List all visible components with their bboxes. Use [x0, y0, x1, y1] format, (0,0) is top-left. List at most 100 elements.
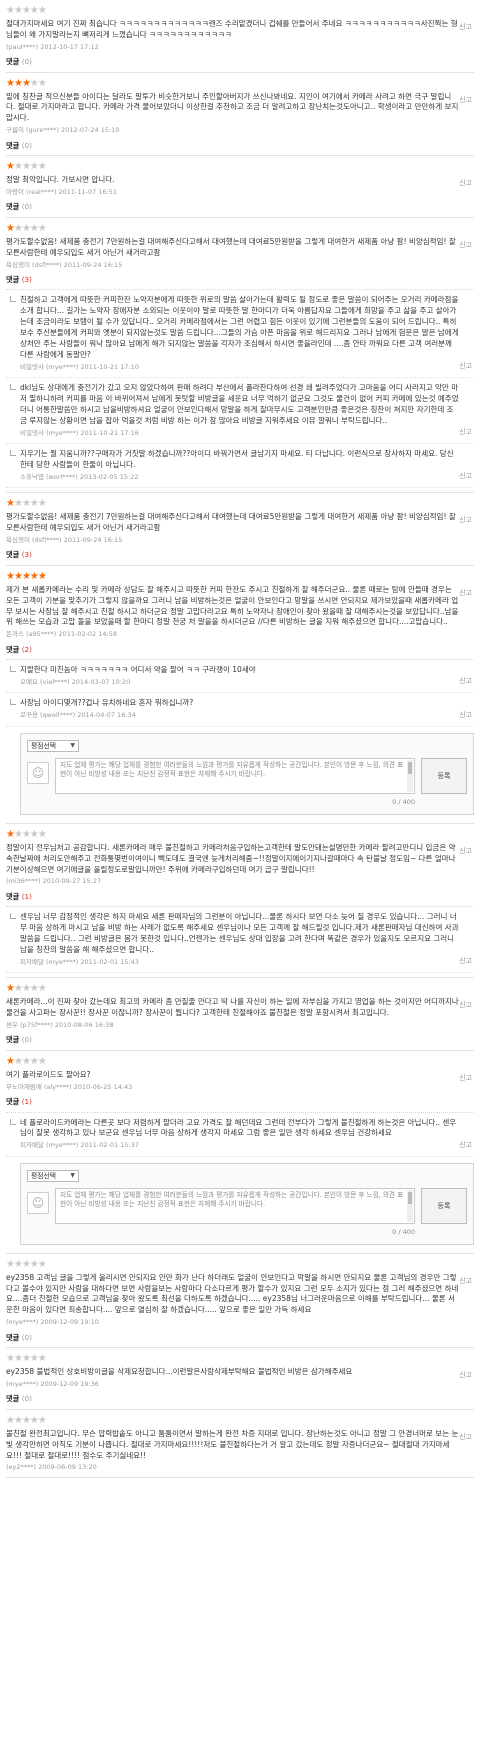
review-body: 불친절 완전최고입니다. 무슨 압력밥솥도 아니고 툼툼이면서 말하는게 완전 …: [6, 1428, 459, 1460]
review-item: ★★★★★ 절대가지마세요 여기 진짜 최습니다 ㅋㅋㅋㅋㅋㅋㅋㅋㅋㅋㅋㅋㅋ렌즈…: [6, 0, 474, 73]
reply-meta: 오예요 (viel****) 2014-03-07 10:20: [20, 678, 474, 687]
reply-body: 센우님 너무 감정적인 생각은 하지 마세요 새론 판매자님의 그런분이 아닙니…: [20, 912, 459, 954]
reply-label: 댓글: [6, 1394, 20, 1404]
review-date: 2009-12-09 19:10: [40, 1318, 99, 1327]
review-author: 욕심쟁이 (dsfl****): [6, 260, 62, 269]
review-meta: 구름이 (gure****) 2012-07-24 15:10: [6, 126, 474, 135]
review-date: 2011-09-24 16:15: [63, 260, 123, 269]
report-link[interactable]: 신고: [459, 1370, 472, 1380]
reply-count-toggle[interactable]: 댓글 (0): [6, 57, 474, 67]
star-icon: ★: [37, 983, 47, 995]
report-link[interactable]: 신고: [459, 95, 472, 105]
reply-body: 지랄한다 미친놈아 ㅋㅋㅋㅋㅋㅋㅋ 어디서 약을 팔어 ㅋㅋ 구라쟁이 10새야: [20, 665, 256, 675]
report-link[interactable]: 신고: [459, 22, 472, 32]
reply-body: 네 플로라이드카메라는 다른곳 보다 저렴하게 팔더라 고요 가격도 잘 해던데…: [20, 1117, 457, 1138]
star-icon: ★: [37, 1258, 47, 1270]
report-link[interactable]: 신고: [459, 178, 472, 188]
review-date: 2011-11-07 16:51: [58, 187, 118, 196]
avatar-icon: ☺: [27, 1191, 49, 1214]
report-link[interactable]: 신고: [459, 1000, 472, 1010]
review-item: ★★★★★ 평가도할수없음! 새제품 충전기 7만원하는걸 대여해주신다고해서 …: [6, 493, 474, 566]
report-link[interactable]: 신고: [459, 846, 472, 856]
reply-placeholder: 지도 업체 평가는 해당 업체를 경험한 여러분들의 느낌과 평가를 자유롭게 …: [60, 760, 404, 778]
reply-textarea[interactable]: 지도 업체 평가는 해당 업체를 경험한 여러분들의 느낌과 평가를 자유롭게 …: [55, 757, 415, 794]
reply-count-toggle[interactable]: 댓글 (1): [6, 892, 474, 902]
reply-item: 사장님 아이디몇개??겁나 유치하네요 혼자 뭐하십니까? 로꾸용 (qwell…: [6, 693, 474, 727]
rating-select-label: 평점선택: [31, 1171, 57, 1180]
reply-label: 댓글: [6, 1035, 20, 1045]
review-meta: (mye****) 2009-12-09 19:10: [6, 1318, 474, 1327]
rating-select[interactable]: 평점선택 ▼: [27, 1169, 79, 1182]
report-link[interactable]: 신고: [459, 427, 472, 437]
reply-count-toggle[interactable]: 댓글 (3): [6, 275, 474, 285]
reply-count-toggle[interactable]: 댓글 (1): [6, 1097, 474, 1107]
star-icon: ★: [37, 77, 47, 89]
review-date: 2011-02-02 14:58: [58, 630, 117, 639]
review-date: 2012-10-17 17:12: [40, 42, 99, 51]
scrollbar[interactable]: [407, 759, 413, 792]
char-counter: 0 / 400: [392, 797, 415, 806]
reply-body: 사장님 아이디몇개??겁나 유치하네요 혼자 뭐하십니까?: [20, 698, 194, 708]
scrollbar[interactable]: [407, 1189, 413, 1222]
review-item: ★★★★★ 불친절 완전최고입니다. 무슨 압력밥솥도 아니고 툼툼이면서 말하…: [6, 1410, 474, 1478]
review-item: ★★★★★ 여기 플라로이드도 팔아요? 무노아재림애 (aly****) 20…: [6, 1051, 474, 1254]
report-link[interactable]: 신고: [459, 240, 472, 250]
char-counter: 0 / 400: [392, 1227, 415, 1236]
reply-count-toggle[interactable]: 댓글 (0): [6, 1035, 474, 1045]
star-icon: ★: [37, 222, 47, 234]
star-icon: ★: [37, 570, 47, 582]
reply-count-toggle[interactable]: 댓글 (0): [6, 202, 474, 212]
report-link[interactable]: 신고: [459, 471, 472, 481]
reply-count-value: (0): [21, 57, 32, 67]
star-icon: ★: [37, 5, 47, 16]
report-link[interactable]: 신고: [459, 1140, 472, 1150]
submit-button[interactable]: 등록: [421, 757, 467, 794]
review-item: ★★★★★ ey2358 불법적인 상호비방이글을 삭제요청합니다...이런말은…: [6, 1348, 474, 1410]
chevron-down-icon: ▼: [70, 741, 75, 749]
star-icon: ★: [37, 1055, 47, 1067]
review-meta: (mye****) 2009-12-09 19:36: [6, 1380, 474, 1389]
star-rating: ★★★★★: [6, 498, 474, 509]
submit-button[interactable]: 등록: [421, 1187, 467, 1224]
star-rating: ★★★★★: [6, 829, 474, 840]
review-body: 정말이지 전우님처고 공감합니다. 새론카메라 매우 불친절하고 카메라처음구입…: [6, 842, 456, 874]
reply-count-toggle[interactable]: 댓글 (0): [6, 141, 474, 151]
reply-label: 댓글: [6, 275, 20, 284]
report-link[interactable]: 신고: [459, 515, 472, 525]
report-link[interactable]: 신고: [459, 956, 472, 966]
report-link[interactable]: 신고: [459, 676, 472, 686]
review-meta: 돈까스 (a95****) 2011-02-02 14:58: [6, 630, 474, 639]
review-item: ★★★★★ 제가 본 새롭카메라는 수리 및 카메라 상담도 잘 해주시고 따뜻…: [6, 566, 474, 824]
star-icon: ★: [37, 828, 47, 840]
reply-list: 친절하고 고객에게 따뜻한 커피한잔 노약자분에게 따뜻한 위로의 말씀 살아가…: [6, 289, 474, 489]
reply-count-value: (0): [21, 1394, 32, 1404]
report-link[interactable]: 신고: [459, 1432, 472, 1442]
review-body: 절대가지마세요 여기 진짜 최습니다 ㅋㅋㅋㅋㅋㅋㅋㅋㅋㅋㅋㅋㅋ렌즈 수리맡겼더…: [6, 19, 458, 39]
reply-arrow-icon: [10, 913, 16, 920]
star-icon: ★: [37, 1414, 47, 1426]
reply-item: 센우님 너무 감정적인 생각은 하지 마세요 새론 판매자님의 그런분이 아닙니…: [6, 907, 474, 974]
avatar-icon: ☺: [27, 761, 49, 784]
rating-select[interactable]: 평점선택 ▼: [27, 739, 79, 752]
reply-count-toggle[interactable]: 댓글 (2): [6, 645, 474, 655]
review-item: ★★★★★ 정말이지 전우님처고 공감합니다. 새론카메라 매우 불친절하고 카…: [6, 824, 474, 979]
report-link[interactable]: 신고: [459, 361, 472, 371]
review-date: 2009-06-09 13:20: [38, 1463, 97, 1472]
reply-meta: 피자배달 (mye****) 2011-02-01 15:43: [20, 958, 474, 967]
reply-textarea[interactable]: 지도 업체 평가는 해당 업체를 경험한 여러분들의 느낌과 평가를 자유롭게 …: [55, 1187, 415, 1224]
reply-label: 댓글: [6, 1332, 20, 1342]
reply-count-toggle[interactable]: 댓글 (0): [6, 1333, 474, 1343]
report-link[interactable]: 신고: [459, 1276, 472, 1286]
reply-count-toggle[interactable]: 댓글 (0): [6, 1394, 474, 1404]
reply-count-toggle[interactable]: 댓글 (3): [6, 550, 474, 560]
reply-date: 2011-02-01 15:37: [80, 1141, 139, 1150]
report-link[interactable]: 신고: [459, 710, 472, 720]
review-meta: 센우 (p75f****) 2010-08-06 16:38: [6, 1021, 474, 1030]
review-author: (paul****): [6, 42, 39, 51]
reply-author: 로꾸용 (qwell****): [20, 711, 76, 720]
reply-editor: 평점선택 ▼ ☺ 지도 업체 평가는 해당 업체를 경험한 여러분들의 느낌과 …: [20, 732, 474, 815]
review-body: 여기 플라로이드도 팔아요?: [6, 1069, 91, 1079]
report-link[interactable]: 신고: [459, 1073, 472, 1083]
report-link[interactable]: 신고: [459, 588, 472, 598]
reply-arrow-icon: [10, 1118, 16, 1125]
